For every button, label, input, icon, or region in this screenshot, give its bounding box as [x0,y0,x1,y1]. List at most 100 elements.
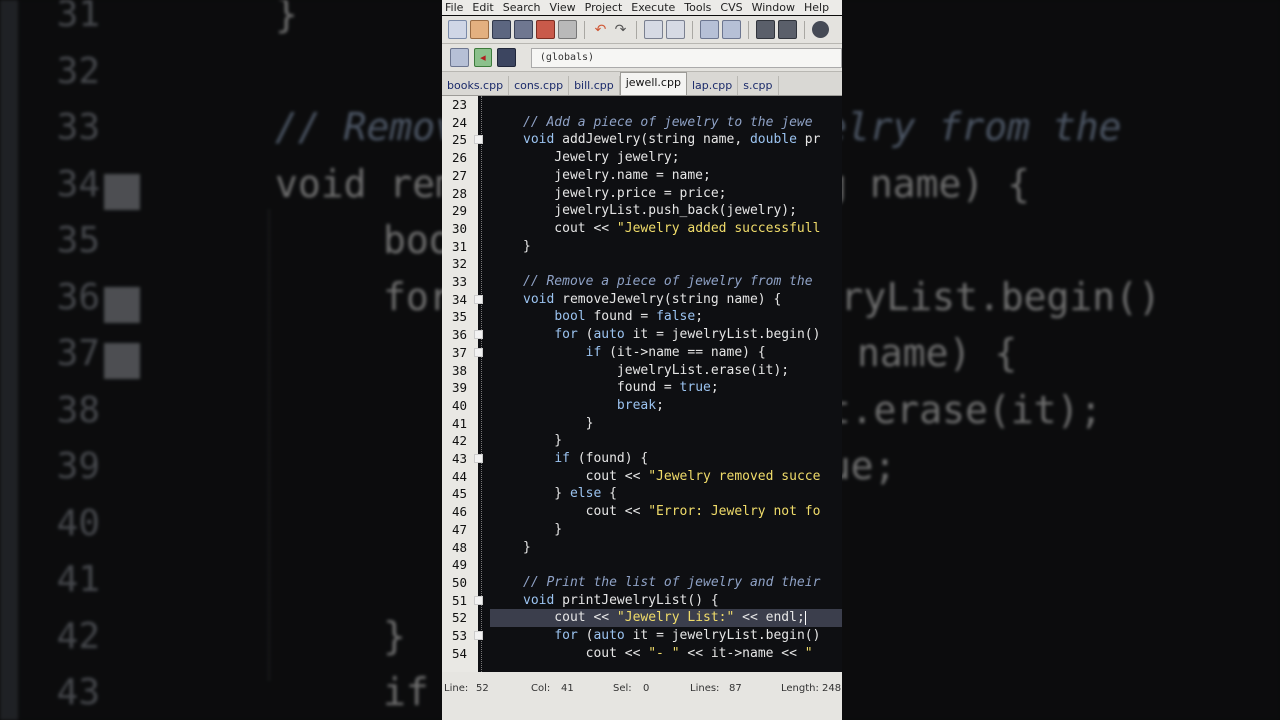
line-number: 41 [451,415,467,431]
menu-window[interactable]: Window [749,1,801,14]
code-line[interactable]: 36 for (auto it = jewelryList.begin() [442,326,842,344]
line-number: 31 [451,238,467,254]
code-line[interactable]: 45 } else { [442,485,842,503]
code-line[interactable]: 39 found = true; [442,379,842,397]
menu-help[interactable]: Help [801,1,835,14]
line-number: 39 [451,380,467,396]
print-icon[interactable] [558,20,577,39]
code-line[interactable]: 25 void addJewelry(string name, double pr [442,131,842,149]
fold-marker-icon[interactable] [474,135,483,145]
fold-marker-icon[interactable] [474,347,483,357]
line-number: 23 [451,97,467,112]
fold-marker-icon[interactable] [474,595,483,605]
find-icon[interactable] [644,20,663,39]
code-line[interactable]: 28 jewelry.price = price; [442,185,842,203]
menu-project[interactable]: Project [582,1,629,14]
line-number: 36 [451,327,467,343]
line-code: } [523,433,563,449]
close-file-icon[interactable] [536,20,555,39]
code-line[interactable]: 37 if (it->name == name) { [442,344,842,362]
code-line[interactable]: 42 } [442,432,842,450]
code-line[interactable]: 49 [442,556,842,574]
code-line[interactable]: 41 } [442,415,842,433]
undo-icon[interactable]: ↶ [592,21,609,38]
fold-marker-icon[interactable] [474,294,483,304]
line-number: 53 [451,628,467,643]
line-number: 45 [451,486,467,502]
forward-icon[interactable] [778,20,797,39]
new-file-icon[interactable] [448,20,467,39]
tab-jewell-cpp[interactable]: jewell.cpp [619,72,687,95]
fold-marker-icon[interactable] [474,454,483,463]
code-line[interactable]: 27 jewelry.name = name; [442,167,842,185]
menu-execute[interactable]: Execute [628,1,681,14]
menu-edit[interactable]: Edit [469,1,499,14]
tab-books-cpp[interactable]: books.cpp [442,76,510,95]
class-info-icon[interactable] [497,48,516,67]
class-browser-icon[interactable] [450,48,469,67]
code-line[interactable]: 54 cout << "- " << it->name << " [442,645,842,663]
menu-search[interactable]: Search [500,1,547,14]
code-line[interactable]: 32 [442,255,842,273]
code-line[interactable]: 53 for (auto it = jewelryList.begin() [442,627,842,645]
tab-lap-cpp[interactable]: lap.cpp [687,76,739,95]
tab-cons-cpp[interactable]: cons.cpp [509,76,570,95]
open-file-icon[interactable] [470,20,489,39]
save-icon[interactable] [492,20,511,39]
add-class-icon[interactable]: ◂ [473,48,493,67]
status-sel-value: 0 [643,683,650,694]
line-number: 54 [451,645,467,661]
line-number: 42 [451,433,467,449]
code-line[interactable]: 52 cout << "Jewelry List:" << endl; [442,609,842,627]
line-number: 48 [451,539,467,555]
tab-s-cpp[interactable]: s.cpp [738,76,779,95]
line-number: 29 [451,203,467,219]
code-line[interactable]: 31} [442,238,842,256]
code-editor[interactable]: 23 24 // Add a piece of jewelry to the jew… [442,96,842,672]
code-line[interactable]: 29 jewelryList.push_back(jewelry); [442,202,842,220]
toolbar-separator [584,20,585,39]
code-line[interactable]: 24 // Add a piece of jewelry to the jewe [442,114,842,132]
code-line[interactable]: 34 void removeJewelry(string name) { [442,291,842,309]
code-line[interactable]: 23 [442,96,842,114]
unindent-icon[interactable] [722,20,741,39]
code-line[interactable]: 26 Jewelry jewelry; [442,149,842,167]
code-line[interactable]: 38 jewelryList.erase(it); [442,362,842,380]
redo-icon[interactable]: ↷ [612,21,629,38]
fold-marker-icon[interactable] [474,330,483,340]
code-line[interactable]: 46 cout << "Error: Jewelry not fo [442,503,842,521]
fold-marker-icon[interactable] [474,631,483,640]
menu-cvs[interactable]: CVS [717,1,748,14]
line-code: } [523,539,531,555]
main-toolbar: ↶ ↷ [442,16,842,44]
status-bar: Line: 52 Col: 41 Sel: 0 Lines: 87 Length… [442,672,842,720]
replace-icon[interactable] [666,20,685,39]
code-line[interactable]: 47 } [442,521,842,539]
menu-tools[interactable]: Tools [681,1,717,14]
bookmark-icon[interactable] [812,21,829,38]
code-line[interactable]: 50 // Print the list of jewelry and their [442,574,842,592]
line-code: } [523,521,563,537]
line-code: void addJewelry(string name, double pr [523,132,821,148]
line-code: } [523,415,594,431]
code-line[interactable]: 35 bool found = false; [442,308,842,326]
toolbar-separator [636,20,637,39]
status-lines-value: 87 [729,683,742,694]
save-all-icon[interactable] [514,20,533,39]
line-number: 47 [451,521,467,537]
code-line[interactable]: 44 cout << "Jewelry removed succe [442,468,842,486]
tab-bill-cpp[interactable]: bill.cpp [569,76,620,95]
code-line[interactable]: 51 void printJewelryList() { [442,592,842,610]
code-line[interactable]: 33 // Remove a piece of jewelry from the [442,273,842,291]
menu-view[interactable]: View [547,1,582,14]
indent-icon[interactable] [700,20,719,39]
menu-file[interactable]: File [442,1,469,14]
scope-selector[interactable]: (globals) [530,47,842,68]
back-icon[interactable] [756,20,775,39]
class-toolbar: ◂ (globals) [442,44,842,72]
code-line[interactable]: 30 cout << "Jewelry added successfull [442,220,842,238]
code-line[interactable]: 48} [442,539,842,557]
code-line[interactable]: 40 break; [442,397,842,415]
code-line[interactable]: 43 if (found) { [442,450,842,468]
line-number: 46 [451,504,467,520]
